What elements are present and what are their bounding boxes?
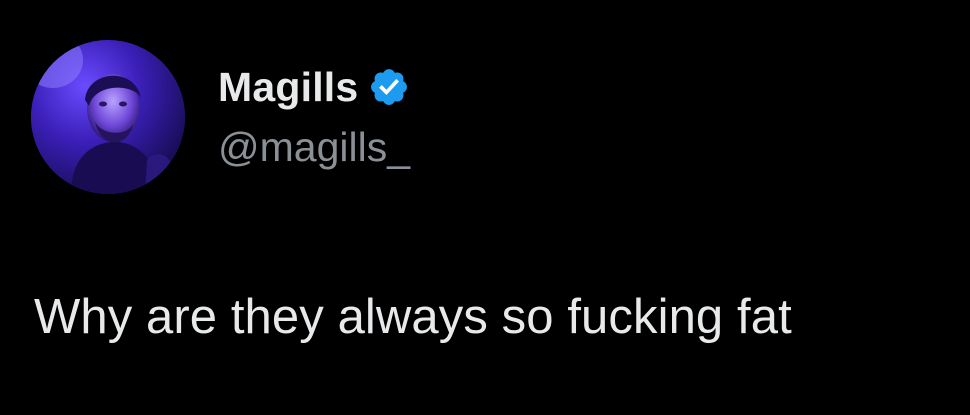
verified-badge-icon[interactable] bbox=[368, 66, 410, 108]
avatar[interactable] bbox=[31, 40, 185, 194]
avatar-photo bbox=[31, 40, 185, 194]
author-handle[interactable]: @magills_ bbox=[218, 122, 410, 172]
display-name[interactable]: Magills bbox=[218, 62, 358, 112]
tweet-text: Why are they always so fucking fat bbox=[34, 290, 792, 344]
tweet-card: Magills @magills_ Why are they always so… bbox=[0, 0, 970, 415]
author-name-row: Magills bbox=[218, 62, 410, 112]
